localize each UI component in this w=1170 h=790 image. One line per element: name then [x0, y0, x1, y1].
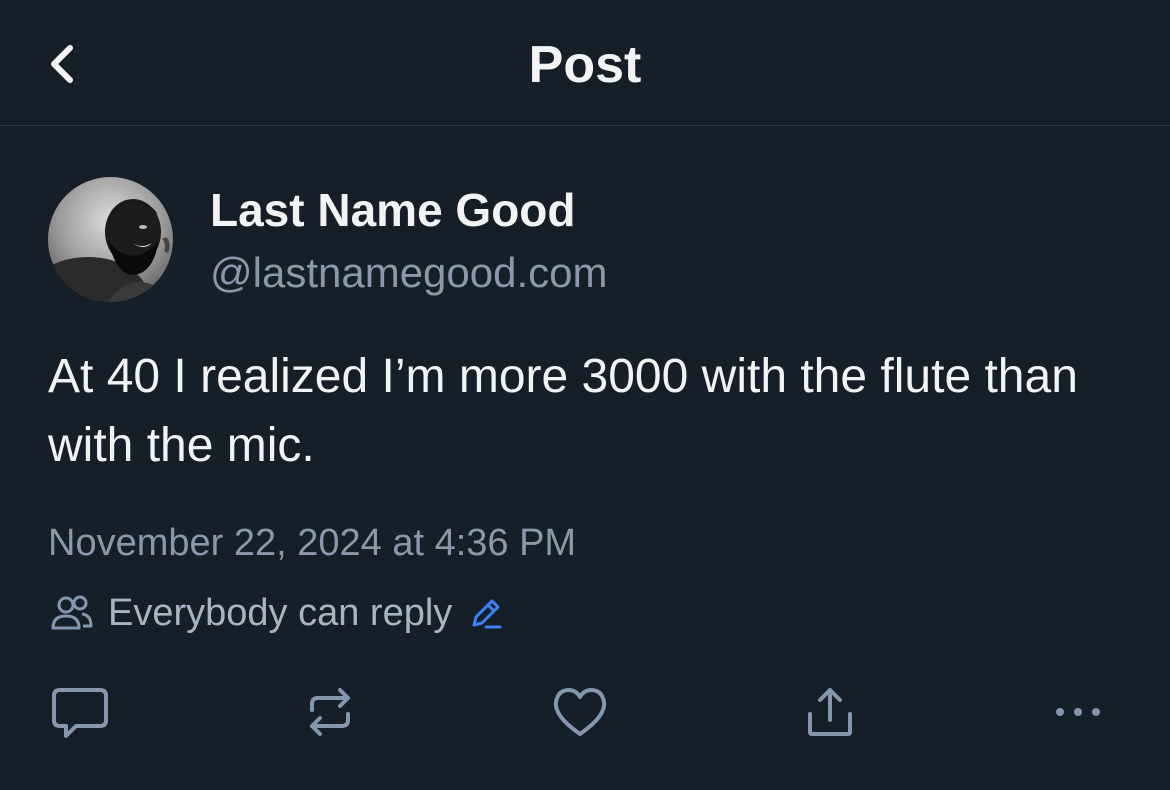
- post-text: At 40 I realized I’m more 3000 with the …: [48, 350, 1078, 472]
- people-icon: [48, 589, 96, 637]
- pencil-icon[interactable]: [466, 593, 506, 633]
- avatar[interactable]: [48, 177, 173, 302]
- top-bar: Post: [0, 0, 1170, 126]
- repost-icon: [310, 688, 350, 736]
- reply-button[interactable]: [48, 680, 112, 744]
- page-title: Post: [528, 36, 642, 94]
- post-timestamp: November 22, 2024 at 4:36 PM: [48, 522, 577, 564]
- avatar-image: [48, 177, 173, 302]
- heart-icon: [553, 688, 607, 736]
- more-icon: [1056, 708, 1100, 716]
- repost-button[interactable]: [298, 680, 362, 744]
- more-options-button[interactable]: [1046, 680, 1110, 744]
- reply-setting-label: Everybody can reply: [108, 592, 453, 634]
- reply-settings[interactable]: Everybody can reply: [48, 586, 506, 640]
- author-handle[interactable]: @lastnamegood.com: [210, 246, 608, 300]
- share-icon: [808, 688, 852, 736]
- like-button[interactable]: [548, 680, 612, 744]
- comment-icon: [52, 688, 108, 738]
- share-button[interactable]: [798, 680, 862, 744]
- author-display-name[interactable]: Last Name Good: [210, 182, 576, 238]
